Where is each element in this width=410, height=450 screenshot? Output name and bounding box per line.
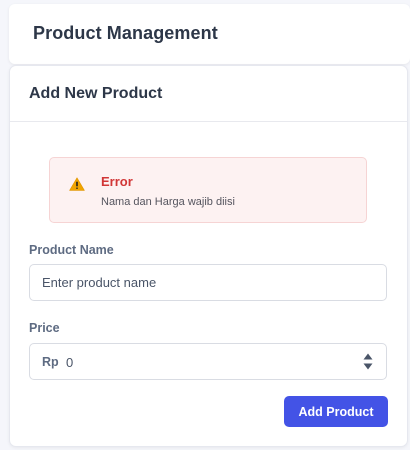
add-product-card: Add New Product Error Nama dan Harga waj… bbox=[9, 65, 408, 447]
card-header: Add New Product bbox=[10, 66, 407, 122]
page-title: Product Management bbox=[33, 23, 218, 43]
price-value[interactable]: 0 bbox=[66, 355, 73, 370]
alert-message: Nama dan Harga wajib diisi bbox=[101, 196, 235, 208]
product-name-input[interactable] bbox=[29, 264, 387, 301]
add-product-button[interactable]: Add Product bbox=[284, 396, 388, 427]
error-alert: Error Nama dan Harga wajib diisi bbox=[49, 157, 367, 223]
price-label: Price bbox=[29, 321, 60, 335]
card-title: Add New Product bbox=[29, 85, 163, 102]
warning-icon bbox=[69, 177, 85, 191]
app-header: Product Management bbox=[9, 4, 410, 64]
product-name-label: Product Name bbox=[29, 243, 114, 257]
price-input[interactable]: Rp 0 bbox=[29, 343, 387, 380]
stepper-icon[interactable] bbox=[362, 352, 374, 371]
currency-prefix: Rp bbox=[42, 355, 59, 369]
alert-title: Error bbox=[101, 174, 133, 189]
